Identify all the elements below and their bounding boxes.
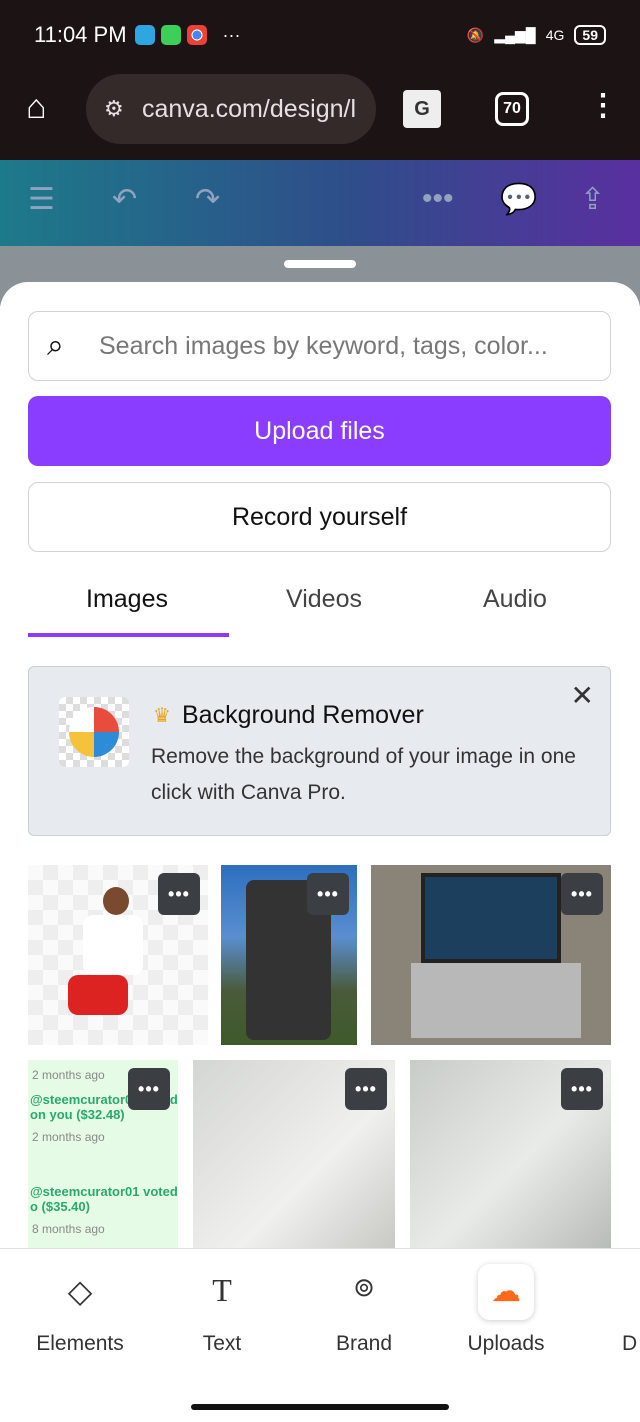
close-icon[interactable]: ✕ (571, 679, 594, 712)
tab-videos[interactable]: Videos (286, 585, 362, 614)
uploaded-image[interactable]: ••• (193, 1060, 395, 1248)
telegram-icon (134, 25, 155, 45)
image-text: 2 months ago (32, 1130, 105, 1144)
background-remover-thumbnail (59, 697, 129, 767)
background-remover-promo[interactable]: ♛ Background Remover Remove the backgrou… (28, 666, 611, 836)
image-text: 8 months ago (32, 1222, 105, 1236)
more-notifications-icon: ··· (222, 24, 241, 45)
tab-images[interactable]: Images (86, 585, 168, 614)
browser-toolbar: ⌂ ⚙ canva.com/design/l G 70 ⋮ (0, 70, 640, 160)
more-options-button[interactable]: ••• (307, 873, 349, 915)
more-options-button[interactable]: ••• (561, 873, 603, 915)
search-input[interactable]: ⌕ Search images by keyword, tags, color.… (28, 311, 611, 381)
more-options-button[interactable]: ••• (345, 1068, 387, 1110)
chrome-icon (186, 25, 207, 45)
mute-icon: 🔕 (466, 26, 485, 43)
nav-uploads[interactable]: Uploads (436, 1332, 576, 1356)
active-tab-indicator (28, 633, 229, 637)
uploaded-image[interactable]: 2 months ago @steemcurator01 voted on yo… (28, 1060, 178, 1248)
more-options-button[interactable]: ••• (158, 873, 200, 915)
address-bar[interactable]: ⚙ canva.com/design/l (86, 74, 376, 144)
battery-indicator: 59 (574, 25, 606, 45)
uploaded-image[interactable]: ••• (410, 1060, 611, 1248)
redo-icon[interactable]: ↷ (195, 182, 220, 217)
uploaded-image[interactable]: ••• (371, 865, 611, 1045)
undo-icon[interactable]: ↶ (112, 182, 137, 217)
image-text: @steemcurator01 voted o ($35.40) (30, 1184, 178, 1214)
comment-icon[interactable]: 💬 (500, 182, 537, 217)
network-type: 4G (545, 27, 565, 43)
app-icon (160, 25, 181, 45)
uploaded-image[interactable]: ••• (28, 865, 208, 1045)
brand-icon: ⊚ (353, 1272, 375, 1302)
more-icon[interactable]: ••• (422, 182, 454, 216)
nav-elements[interactable]: Elements (10, 1332, 150, 1356)
nav-draw[interactable]: D (622, 1332, 640, 1356)
home-indicator (191, 1404, 449, 1410)
upload-files-button[interactable]: Upload files (28, 396, 611, 466)
more-options-button[interactable]: ••• (561, 1068, 603, 1110)
record-yourself-button[interactable]: Record yourself (28, 482, 611, 552)
nav-brand[interactable]: Brand (294, 1332, 434, 1356)
promo-title: Background Remover (182, 701, 424, 729)
menu-icon[interactable]: ⋮ (588, 88, 618, 123)
clock: 11:04 PM (34, 22, 127, 47)
url-text: canva.com/design/l (142, 94, 357, 123)
search-placeholder: Search images by keyword, tags, color... (99, 331, 548, 360)
menu-icon[interactable]: ☰ (28, 182, 55, 217)
text-icon: T (212, 1272, 232, 1308)
tab-switcher[interactable]: 70 (495, 92, 529, 126)
status-bar: 11:04 PM ··· 🔕 ▂▄▆█ 4G 59 (0, 0, 640, 70)
nav-text[interactable]: Text (152, 1332, 292, 1356)
search-icon: ⌕ (47, 329, 64, 362)
home-icon[interactable]: ⌂ (26, 88, 47, 127)
translate-icon[interactable]: G (403, 90, 441, 128)
shapes-icon: ◇ (67, 1273, 93, 1309)
site-settings-icon[interactable]: ⚙ (104, 96, 124, 122)
promo-body: Remove the background of your image in o… (151, 745, 576, 804)
crown-icon: ♛ (153, 705, 171, 727)
drag-handle[interactable] (284, 260, 356, 268)
uploaded-image[interactable]: ••• (221, 865, 357, 1045)
canva-editor-toolbar: ☰ ↶ ↷ ••• 💬 ⇪ (0, 160, 640, 246)
share-icon[interactable]: ⇪ (580, 182, 605, 217)
more-options-button[interactable]: ••• (128, 1068, 170, 1110)
cloud-upload-icon: ☁ (478, 1264, 534, 1320)
signal-icon: ▂▄▆█ (494, 26, 536, 43)
tab-audio[interactable]: Audio (483, 585, 547, 614)
